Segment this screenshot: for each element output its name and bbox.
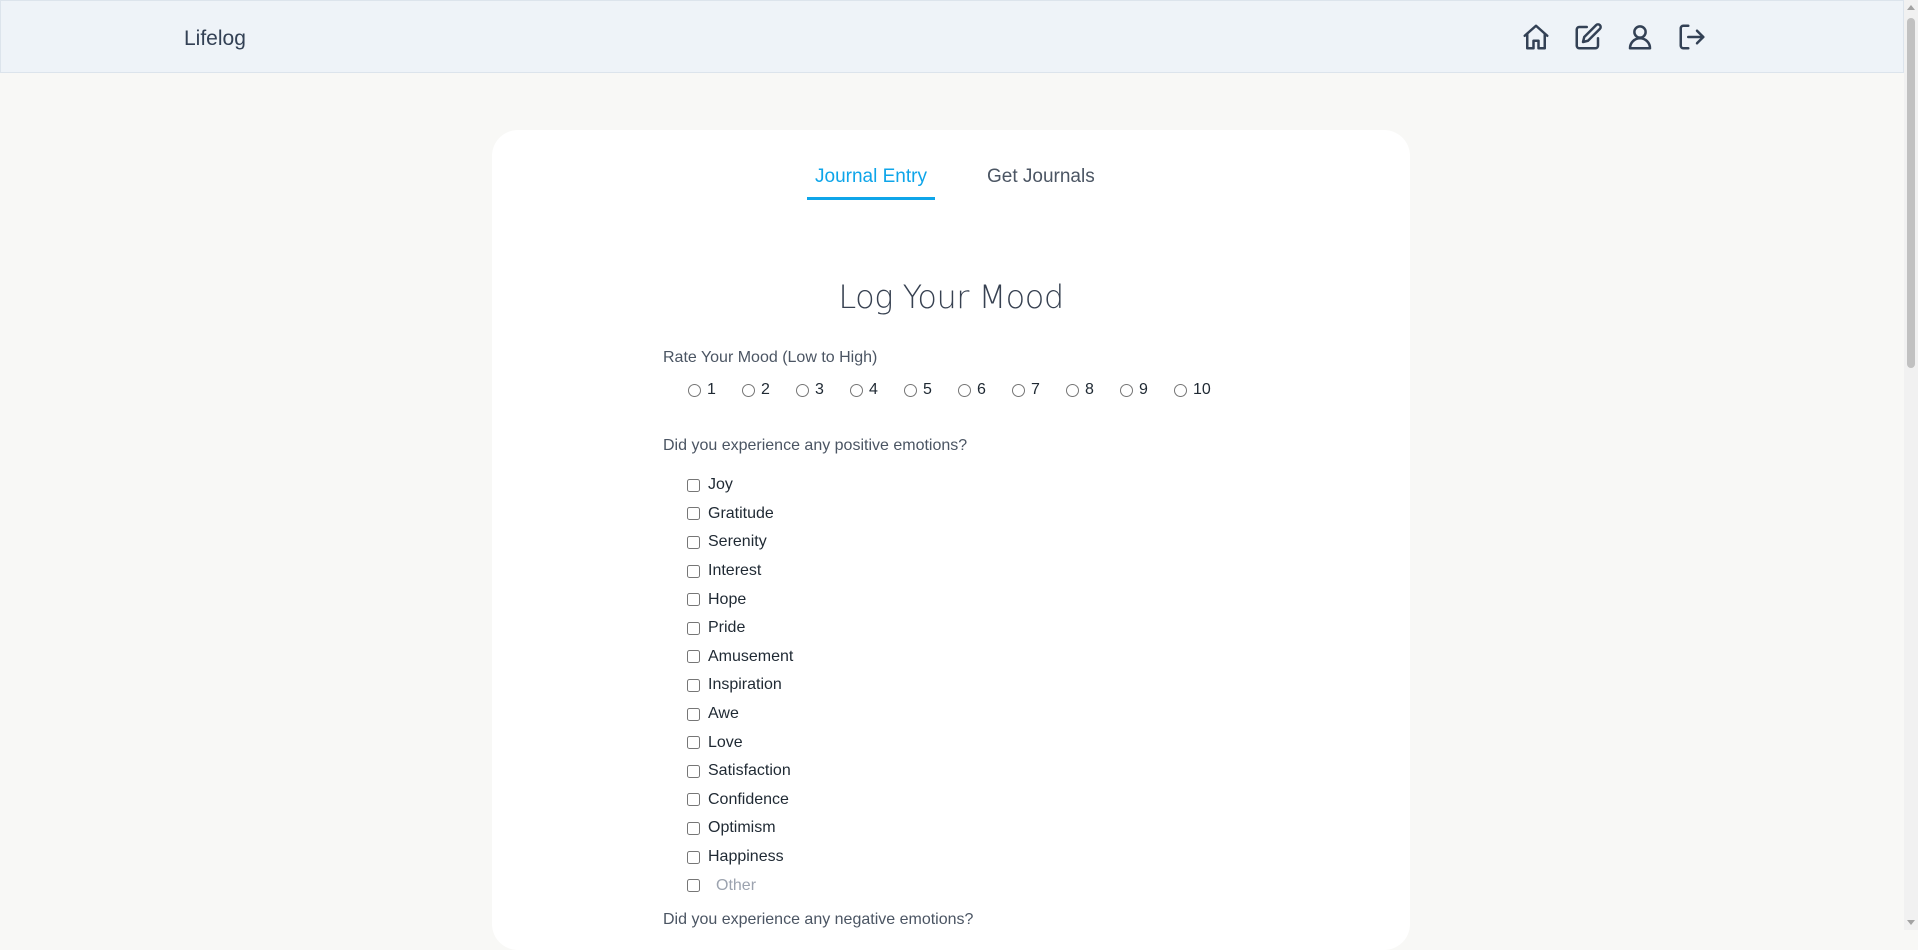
emotion-checkbox[interactable] [687, 678, 700, 692]
emotion-label: Awe [708, 705, 739, 723]
emotion-label: Amusement [708, 647, 794, 665]
scroll-down-arrow[interactable] [1907, 920, 1915, 925]
other-emotion-checkbox[interactable] [687, 879, 700, 893]
mood-rating-value: 5 [923, 381, 932, 398]
mood-rating-option[interactable]: 4 [850, 381, 904, 399]
mood-rating-value: 9 [1139, 381, 1148, 398]
mood-radio[interactable] [796, 383, 809, 397]
tab-get-journals[interactable]: Get Journals [979, 166, 1103, 196]
emotion-label: Serenity [708, 533, 767, 551]
emotion-label: Love [708, 733, 743, 751]
form-title: Log Your Mood [838, 278, 1064, 316]
emotion-option[interactable]: Love [687, 728, 793, 757]
other-emotion-input[interactable]: Other [716, 877, 756, 895]
emotion-checkbox[interactable] [687, 535, 700, 549]
mood-rating-value: 10 [1193, 381, 1211, 398]
emotion-checkbox[interactable] [687, 621, 700, 635]
emotion-checkbox[interactable] [687, 650, 700, 664]
emotion-label: Optimism [708, 819, 776, 837]
emotion-label: Joy [708, 476, 733, 494]
emotion-label: Pride [708, 619, 746, 637]
emotion-checkbox[interactable] [687, 736, 700, 750]
emotion-option[interactable]: Satisfaction [687, 757, 793, 786]
emotion-label: Inspiration [708, 676, 782, 694]
mood-rating-option[interactable]: 1 [688, 381, 742, 399]
mood-radio[interactable] [688, 383, 701, 397]
emotion-option[interactable]: Serenity [687, 528, 793, 557]
mood-radio[interactable] [958, 383, 971, 397]
mood-rating-option[interactable]: 3 [796, 381, 850, 399]
mood-radio[interactable] [850, 383, 863, 397]
top-navbar: Lifelog [0, 0, 1904, 73]
mood-rating-value: 2 [761, 381, 770, 398]
negative-emotions-label: Did you experience any negative emotions… [663, 911, 974, 928]
emotion-checkbox[interactable] [687, 764, 700, 778]
mood-rating-option[interactable]: 5 [904, 381, 958, 399]
emotion-label: Satisfaction [708, 762, 791, 780]
emotion-label: Confidence [708, 790, 789, 808]
emotion-option[interactable]: Inspiration [687, 671, 793, 700]
mood-rating-option[interactable]: 6 [958, 381, 1012, 399]
mood-radio[interactable] [1174, 383, 1187, 397]
mood-rating-value: 3 [815, 381, 824, 398]
positive-emotions-label: Did you experience any positive emotions… [663, 437, 968, 454]
mood-radio[interactable] [1120, 383, 1133, 397]
mood-rating-value: 4 [869, 381, 878, 398]
emotion-checkbox[interactable] [687, 793, 700, 807]
emotion-option[interactable]: Gratitude [687, 500, 793, 529]
emotion-other-row: Other [687, 871, 793, 900]
mood-rating-value: 7 [1031, 381, 1040, 398]
mood-radio[interactable] [742, 383, 755, 397]
emotion-checkbox[interactable] [687, 593, 700, 607]
emotion-checkbox[interactable] [687, 478, 700, 492]
emotion-label: Hope [708, 590, 747, 608]
mood-rating-option[interactable]: 9 [1120, 381, 1174, 399]
emotion-label: Happiness [708, 848, 784, 866]
mood-rating-value: 6 [977, 381, 986, 398]
emotion-option[interactable]: Happiness [687, 843, 793, 872]
emotion-option[interactable]: Interest [687, 557, 793, 586]
emotion-checkbox[interactable] [687, 564, 700, 578]
emotion-option[interactable]: Pride [687, 614, 793, 643]
edit-icon[interactable] [1573, 21, 1603, 53]
scroll-up-arrow[interactable] [1907, 5, 1915, 10]
emotion-option[interactable]: Awe [687, 700, 793, 729]
emotion-option[interactable]: Hope [687, 585, 793, 614]
mood-rating-value: 1 [707, 381, 716, 398]
mood-radio[interactable] [1066, 383, 1079, 397]
emotion-option[interactable]: Confidence [687, 786, 793, 815]
emotion-checkbox[interactable] [687, 507, 700, 521]
mood-rating-group: 1 2 3 4 5 6 7 8 9 10 [688, 381, 1228, 399]
mood-radio[interactable] [904, 383, 917, 397]
scroll-thumb[interactable] [1907, 18, 1915, 368]
emotion-label: Gratitude [708, 504, 774, 522]
emotion-option[interactable]: Joy [687, 471, 793, 500]
page-scrollbar[interactable] [1904, 0, 1918, 930]
nav-icons [1521, 21, 1707, 53]
logout-icon[interactable] [1677, 21, 1707, 53]
emotion-checkbox[interactable] [687, 850, 700, 864]
journal-card: Journal Entry Get Journals Log Your Mood… [492, 130, 1410, 950]
emotion-checkbox[interactable] [687, 707, 700, 721]
home-icon[interactable] [1521, 21, 1551, 53]
user-icon[interactable] [1625, 21, 1655, 53]
mood-rating-value: 8 [1085, 381, 1094, 398]
mood-rating-option[interactable]: 8 [1066, 381, 1120, 399]
brand-logo-text[interactable]: Lifelog [184, 27, 246, 51]
tab-bar: Journal Entry Get Journals [492, 166, 1410, 210]
rate-mood-label: Rate Your Mood (Low to High) [663, 349, 878, 366]
emotion-label: Interest [708, 562, 762, 580]
positive-emotions-list: Joy Gratitude Serenity Interest Hope Pride Amu… [687, 471, 793, 900]
mood-rating-option[interactable]: 7 [1012, 381, 1066, 399]
tab-journal-entry[interactable]: Journal Entry [807, 166, 935, 200]
mood-rating-option[interactable]: 2 [742, 381, 796, 399]
emotion-checkbox[interactable] [687, 821, 700, 835]
mood-radio[interactable] [1012, 383, 1025, 397]
emotion-option[interactable]: Optimism [687, 814, 793, 843]
mood-rating-option[interactable]: 10 [1174, 381, 1228, 399]
emotion-option[interactable]: Amusement [687, 643, 793, 672]
